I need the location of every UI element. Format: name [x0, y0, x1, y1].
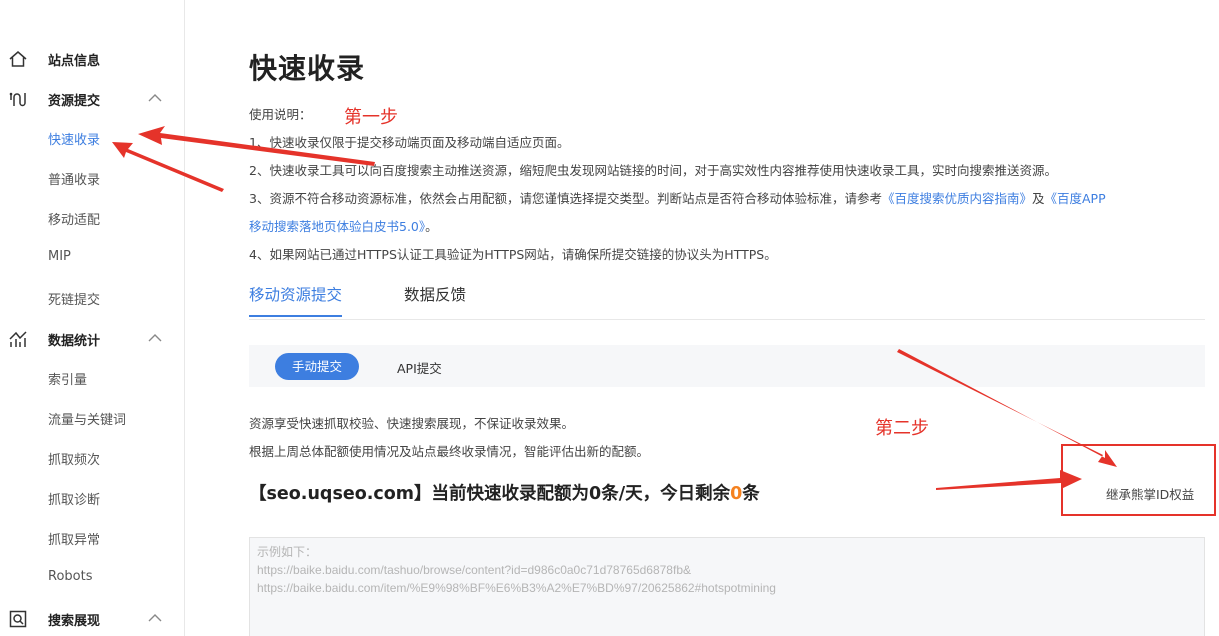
sidebar-item-mip[interactable]: MIP: [48, 249, 71, 264]
sidebar-item-fast-index[interactable]: 快速收录: [48, 129, 100, 148]
quota-prefix: 【seo.uqseo.com】当前快速收录配额为0条/天，今日剩余: [249, 484, 731, 504]
url-submit-textarea[interactable]: 示例如下： https://baike.baidu.com/tashuo/bro…: [249, 537, 1205, 636]
whitepaper-link-cont[interactable]: 移动搜索落地页体验白皮书5.0》: [249, 219, 425, 234]
submit-icon: [9, 92, 26, 107]
sidebar-item-crawl-diagnosis[interactable]: 抓取诊断: [48, 489, 100, 508]
submit-mode-bar: 手动提交 API提交: [249, 345, 1205, 387]
sidebar-group-data-stats[interactable]: 数据统计: [0, 327, 184, 351]
search-display-icon: [9, 610, 27, 628]
chevron-up-icon[interactable]: [148, 613, 162, 623]
quota-heading: 【seo.uqseo.com】当前快速收录配额为0条/天，今日剩余0条: [249, 480, 760, 505]
sidebar-item-normal-index[interactable]: 普通收录: [48, 169, 100, 188]
tab-data-feedback[interactable]: 数据反馈: [404, 283, 466, 315]
annotation-step-one: 第一步: [344, 107, 398, 128]
sidebar-group-label: 站点信息: [48, 54, 101, 69]
inherit-id-benefits-link[interactable]: 继承熊掌ID权益: [1106, 484, 1194, 503]
usage-line-3: 3、资源不符合移动资源标准，依然会占用配额，请您谨慎选择提交类型。判断站点是否符…: [249, 188, 1106, 207]
quota-suffix: 条: [742, 484, 760, 504]
sidebar-group-search-display[interactable]: 搜索展现: [0, 607, 184, 631]
sidebar-group-label: 搜索展现: [48, 614, 101, 629]
info-line-2: 根据上周总体配额使用情况及站点最终收录情况，智能评估出新的配额。: [249, 444, 650, 459]
quota-remaining: 0: [730, 484, 743, 504]
usage-line-3-cont: 移动搜索落地页体验白皮书5.0》。: [249, 216, 438, 235]
conjunction-text: 及: [1031, 191, 1045, 206]
sidebar-group-resource-submit[interactable]: 资源提交: [0, 87, 184, 111]
info-line-1: 资源享受快速抓取校验、快速搜索展现，不保证收录效果。: [249, 416, 575, 431]
usage-line-3-end: 。: [425, 219, 438, 234]
sidebar-group-site-info[interactable]: 站点信息: [0, 47, 184, 71]
sidebar-item-mobile-adapt[interactable]: 移动适配: [48, 209, 100, 228]
quality-guide-link[interactable]: 《百度搜索优质内容指南》: [882, 191, 1032, 206]
stats-icon: [9, 331, 27, 347]
usage-label: 使用说明：: [249, 107, 312, 122]
sidebar-item-crawl-frequency[interactable]: 抓取频次: [48, 449, 100, 468]
sidebar-item-index-volume[interactable]: 索引量: [48, 369, 87, 388]
chevron-up-icon[interactable]: [148, 333, 162, 343]
sidebar-item-deadlink[interactable]: 死链提交: [48, 289, 100, 308]
sidebar-group-label: 资源提交: [48, 94, 101, 109]
usage-line-4: 4、如果网站已通过HTTPS认证工具验证为HTTPS网站，请确保所提交链接的协议…: [249, 247, 777, 262]
tab-api-submit[interactable]: API提交: [397, 358, 442, 377]
home-icon: [9, 51, 27, 67]
usage-line-2: 2、快速收录工具可以向百度搜索主动推送资源，缩短爬虫发现网站链接的时间，对于高实…: [249, 163, 1057, 178]
main-tabs: 移动资源提交 数据反馈: [249, 283, 1205, 320]
annotation-highlight-box: [1061, 444, 1216, 516]
sidebar-item-robots[interactable]: Robots: [48, 569, 92, 584]
usage-line-3-text: 3、资源不符合移动资源标准，依然会占用配额，请您谨慎选择提交类型。判断站点是否符…: [249, 191, 882, 206]
sidebar-item-traffic-keywords[interactable]: 流量与关键词: [48, 409, 126, 428]
annotation-step-two: 第二步: [875, 418, 929, 439]
chevron-up-icon[interactable]: [148, 93, 162, 103]
tab-mobile-submit[interactable]: 移动资源提交: [249, 283, 343, 317]
sidebar-group-label: 数据统计: [48, 334, 101, 349]
whitepaper-link[interactable]: 《百度APP: [1045, 191, 1106, 206]
sidebar: 站点信息 资源提交 快速收录 普通收录 移动适配 MIP 死链提交 数据统计 索…: [0, 0, 185, 636]
tab-manual-submit[interactable]: 手动提交: [275, 353, 359, 380]
sidebar-item-crawl-errors[interactable]: 抓取异常: [48, 529, 100, 548]
page-title: 快速收录: [249, 52, 366, 85]
usage-line-1: 1、快速收录仅限于提交移动端页面及移动端自适应页面。: [249, 135, 570, 150]
